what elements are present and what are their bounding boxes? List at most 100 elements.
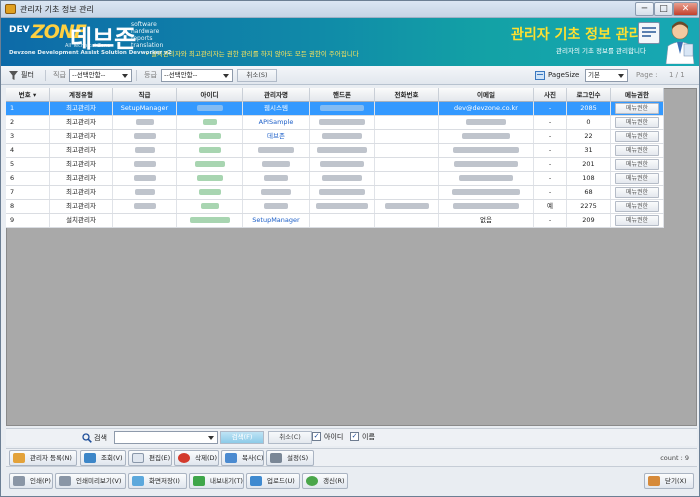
page-value: 1 / 1 <box>669 71 685 79</box>
column-header[interactable]: 이메일 <box>439 88 534 102</box>
rank-select-value: --선택안함-- <box>72 71 106 79</box>
table-cell <box>113 186 177 199</box>
table-row[interactable]: 4 최고관리자 -31 메뉴권한 <box>6 144 664 158</box>
table-cell: 7 <box>6 186 50 199</box>
table-cell: - <box>534 102 567 115</box>
search-button[interactable]: 검색(F) <box>220 431 264 444</box>
brand-keywords: software hardware reports translation <box>131 21 191 49</box>
redacted-value <box>258 147 294 153</box>
table-row[interactable]: 9 설치관리자 SetupManager 없음 -209 메뉴권한 <box>6 214 664 228</box>
redacted-value <box>189 217 230 223</box>
table-cell <box>113 172 177 185</box>
table-cell <box>310 130 375 143</box>
table-cell <box>375 130 439 143</box>
pagesize-icon <box>535 69 545 82</box>
record-count: count : 9 <box>660 454 689 462</box>
redacted-value <box>264 203 288 209</box>
upload-button[interactable]: 업로드(U) <box>246 473 300 489</box>
register-manager-button[interactable]: 관리자 등록(N) <box>9 450 77 466</box>
table-cell: 2275 <box>567 200 611 213</box>
exit-icon <box>648 476 660 486</box>
chevron-down-icon <box>208 436 214 440</box>
settings-button[interactable]: 설정(S) <box>266 450 314 466</box>
table-row[interactable]: 2 최고관리자 APISample -0 메뉴권한 <box>6 116 664 130</box>
column-header[interactable]: 사진 <box>534 88 567 102</box>
table-cell <box>243 200 310 213</box>
search-label: 검색 <box>94 434 107 442</box>
filter-label: 필터 <box>21 71 34 79</box>
search-cancel-button[interactable]: 취소(C) <box>268 431 312 444</box>
table-row[interactable]: 5 최고관리자 -201 메뉴권한 <box>6 158 664 172</box>
table-cell: 22 <box>567 130 611 143</box>
redacted-value <box>322 175 362 181</box>
column-header[interactable]: 계정유형 <box>50 88 113 102</box>
menu-permission-button[interactable]: 메뉴권한 <box>615 159 659 170</box>
menu-permission-button[interactable]: 메뉴권한 <box>615 117 659 128</box>
menu-permission-button[interactable]: 메뉴권한 <box>615 215 659 226</box>
grade-select[interactable]: --선택안함-- <box>161 69 233 82</box>
column-header[interactable]: 아이디 <box>177 88 243 102</box>
column-header[interactable]: 로그인수 <box>567 88 611 102</box>
redacted-value <box>133 161 156 167</box>
table-row[interactable]: 1 최고관리자 SetupManager 웹시스템 dev@devzone.co.kr -… <box>6 102 664 116</box>
table-cell <box>439 172 534 185</box>
copy-button[interactable]: 복사(C) <box>221 450 264 466</box>
redacted-value <box>454 161 518 167</box>
checkbox-name[interactable]: ✓ <box>350 432 359 441</box>
table-cell <box>375 214 439 227</box>
checkbox-id[interactable]: ✓ <box>312 432 321 441</box>
table-row[interactable]: 6 최고관리자 -108 메뉴권한 <box>6 172 664 186</box>
close-window-button[interactable]: ✕ <box>673 2 698 16</box>
table-row[interactable]: 7 최고관리자 -68 메뉴권한 <box>6 186 664 200</box>
column-header[interactable]: 메뉴권한 <box>611 88 664 102</box>
table-cell: - <box>534 172 567 185</box>
rank-label: 직급 <box>53 71 66 79</box>
menu-permission-button[interactable]: 메뉴권한 <box>615 173 659 184</box>
table-row[interactable]: 3 최고관리자 데브존 -22 메뉴권한 <box>6 130 664 144</box>
save-screen-icon <box>132 476 144 486</box>
view-button[interactable]: 조회(V) <box>80 450 126 466</box>
rank-select[interactable]: --선택안함-- <box>69 69 132 82</box>
column-header[interactable]: 직급 <box>113 88 177 102</box>
minimize-button[interactable]: ─ <box>635 2 654 16</box>
save-screen-button[interactable]: 화면저장(I) <box>128 473 187 489</box>
delete-button[interactable]: 삭제(D) <box>174 450 219 466</box>
edit-button[interactable]: 편집(E) <box>128 450 172 466</box>
redacted-value <box>317 147 367 153</box>
table-cell <box>439 144 534 157</box>
menu-permission-button[interactable]: 메뉴권한 <box>615 201 659 212</box>
redacted-value <box>134 189 155 195</box>
table-cell <box>243 172 310 185</box>
column-header[interactable]: 관리자명 <box>243 88 310 102</box>
filter-toolbar: 필터 직급 --선택안함-- 등급 --선택안함-- 취소(S) PageSiz… <box>1 66 699 85</box>
logo-dev-text: DEV <box>9 25 30 35</box>
maximize-button[interactable]: □ <box>654 2 673 16</box>
column-header[interactable]: 전화번호 <box>375 88 439 102</box>
table-row[interactable]: 8 최고관리자 예 2275 메뉴권한 <box>6 200 664 214</box>
export-button[interactable]: 내보내기(T) <box>189 473 244 489</box>
table-cell <box>113 116 177 129</box>
column-header[interactable]: 번호 ▾ <box>6 88 50 102</box>
table-cell <box>243 186 310 199</box>
pagesize-label: PageSize <box>548 71 580 79</box>
close-button[interactable]: 닫기(X) <box>644 473 694 489</box>
menu-permission-button[interactable]: 메뉴권한 <box>615 131 659 142</box>
main-window: 관리자 기초 정보 관리 ─ □ ✕ DEV ZONE All Technica… <box>0 0 700 497</box>
refresh-button[interactable]: 갱신(R) <box>302 473 348 489</box>
view-icon <box>84 453 96 463</box>
filter-cancel-button[interactable]: 취소(S) <box>237 69 277 82</box>
menu-permission-button[interactable]: 메뉴권한 <box>615 145 659 156</box>
menu-permission-button[interactable]: 메뉴권한 <box>615 103 659 114</box>
table-cell: 메뉴권한 <box>611 172 664 185</box>
print-button[interactable]: 인쇄(P) <box>9 473 53 489</box>
pagesize-select[interactable]: 기본 <box>585 69 628 82</box>
grade-select-value: --선택안함-- <box>164 71 198 79</box>
page-title: 관리자 기초 정보 관리 <box>511 27 642 43</box>
table-cell: 최고관리자 <box>50 200 113 213</box>
print-preview-button[interactable]: 인쇄미리보기(V) <box>55 473 126 489</box>
column-header[interactable]: 핸드폰 <box>310 88 375 102</box>
menu-permission-button[interactable]: 메뉴권한 <box>615 187 659 198</box>
table-cell <box>177 172 243 185</box>
redacted-value <box>202 119 217 125</box>
search-input[interactable] <box>114 431 218 444</box>
